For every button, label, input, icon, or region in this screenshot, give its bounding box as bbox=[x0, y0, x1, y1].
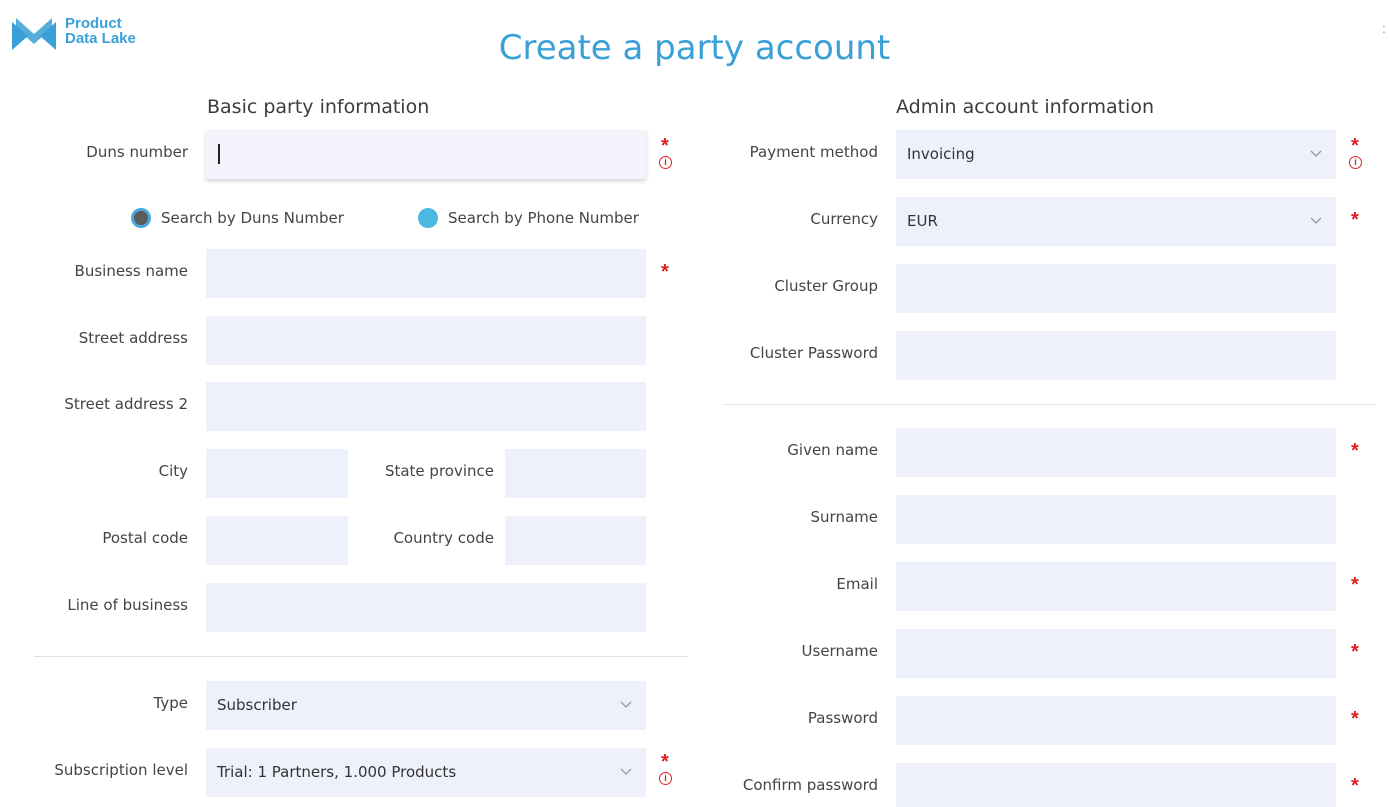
confirm-password-label: Confirm password bbox=[742, 776, 878, 794]
business-name-label: Business name bbox=[74, 262, 188, 280]
given-name-label: Given name bbox=[787, 441, 878, 459]
payment-required-icon: * bbox=[1351, 135, 1359, 157]
radio-search-phone-label: Search by Phone Number bbox=[448, 209, 639, 227]
country-code-input[interactable] bbox=[505, 516, 646, 565]
email-required-icon: * bbox=[1351, 574, 1359, 596]
duns-label: Duns number bbox=[86, 143, 188, 161]
given-name-required-icon: * bbox=[1351, 440, 1359, 462]
cluster-group-input[interactable] bbox=[896, 264, 1336, 313]
password-required-icon: * bbox=[1351, 708, 1359, 730]
business-name-required-icon: * bbox=[661, 261, 669, 283]
radio-selected-icon bbox=[131, 208, 151, 228]
subscription-label: Subscription level bbox=[54, 761, 188, 779]
page-title: Create a party account bbox=[498, 28, 891, 68]
duns-input[interactable] bbox=[206, 130, 646, 179]
street-address-label: Street address bbox=[78, 329, 188, 347]
confirm-password-input[interactable] bbox=[896, 763, 1336, 807]
surname-label: Surname bbox=[810, 508, 878, 526]
street-address-input[interactable] bbox=[206, 316, 646, 365]
business-name-input[interactable] bbox=[206, 249, 646, 298]
type-select-value: Subscriber bbox=[217, 696, 297, 714]
username-label: Username bbox=[801, 642, 878, 660]
subscription-select-value: Trial: 1 Partners, 1.000 Products bbox=[217, 763, 457, 781]
cluster-password-label: Cluster Password bbox=[749, 344, 878, 362]
email-label: Email bbox=[836, 575, 878, 593]
country-code-label: Country code bbox=[393, 529, 494, 547]
basic-section-title: Basic party information bbox=[207, 96, 430, 118]
city-input[interactable] bbox=[206, 449, 348, 498]
duns-required-icon: * bbox=[661, 135, 669, 157]
state-label: State province bbox=[384, 462, 494, 480]
password-input[interactable] bbox=[896, 696, 1336, 745]
currency-required-icon: * bbox=[1351, 209, 1359, 231]
admin-section-title: Admin account information bbox=[896, 96, 1154, 118]
radio-search-duns-label: Search by Duns Number bbox=[161, 209, 344, 227]
state-input[interactable] bbox=[505, 449, 646, 498]
password-label: Password bbox=[807, 709, 878, 727]
payment-method-select[interactable]: Invoicing bbox=[896, 130, 1336, 179]
email-input[interactable] bbox=[896, 562, 1336, 611]
payment-method-label: Payment method bbox=[749, 143, 878, 161]
given-name-input[interactable] bbox=[896, 428, 1336, 477]
city-label: City bbox=[158, 462, 188, 480]
currency-select[interactable]: EUR bbox=[896, 197, 1336, 246]
line-of-business-input[interactable] bbox=[206, 583, 646, 632]
username-required-icon: * bbox=[1351, 641, 1359, 663]
cluster-password-input[interactable] bbox=[896, 331, 1336, 380]
postal-code-label: Postal code bbox=[102, 529, 188, 547]
type-label: Type bbox=[153, 694, 188, 712]
surname-input[interactable] bbox=[896, 495, 1336, 544]
username-input[interactable] bbox=[896, 629, 1336, 678]
chevron-down-icon bbox=[1310, 150, 1322, 157]
left-divider bbox=[34, 656, 688, 657]
postal-code-input[interactable] bbox=[206, 516, 348, 565]
radio-search-phone[interactable]: Search by Phone Number bbox=[418, 206, 639, 230]
cluster-group-label: Cluster Group bbox=[774, 277, 878, 295]
payment-method-value: Invoicing bbox=[907, 145, 975, 163]
subscription-required-icon: * bbox=[661, 751, 669, 773]
radio-search-duns[interactable]: Search by Duns Number bbox=[131, 206, 344, 230]
line-of-business-label: Line of business bbox=[67, 596, 188, 614]
confirm-password-required-icon: * bbox=[1351, 775, 1359, 797]
radio-unselected-icon bbox=[418, 208, 438, 228]
text-caret bbox=[218, 144, 220, 164]
chevron-down-icon bbox=[620, 768, 632, 775]
duns-info-icon[interactable]: i bbox=[659, 156, 672, 169]
currency-value: EUR bbox=[907, 212, 938, 230]
subscription-select[interactable]: Trial: 1 Partners, 1.000 Products bbox=[206, 748, 646, 797]
right-divider bbox=[724, 404, 1376, 405]
currency-label: Currency bbox=[810, 210, 878, 228]
payment-info-icon[interactable]: i bbox=[1349, 156, 1362, 169]
subscription-info-icon[interactable]: i bbox=[659, 772, 672, 785]
street-address2-input[interactable] bbox=[206, 382, 646, 431]
chevron-down-icon bbox=[1310, 217, 1322, 224]
street-address2-label: Street address 2 bbox=[64, 395, 188, 413]
type-select[interactable]: Subscriber bbox=[206, 681, 646, 730]
chevron-down-icon bbox=[620, 701, 632, 708]
